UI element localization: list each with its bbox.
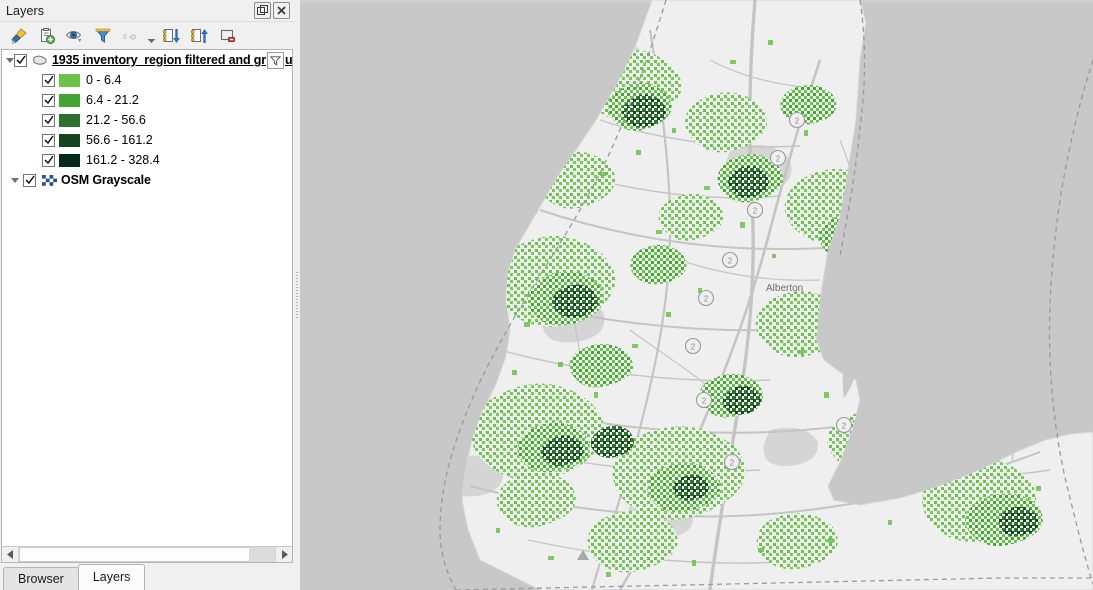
funnel-icon xyxy=(95,28,111,43)
raster-layer-icon xyxy=(40,172,58,188)
checkmark-icon xyxy=(43,135,54,145)
legend-checkbox-0[interactable] xyxy=(42,73,55,87)
undock-icon xyxy=(257,5,268,15)
legend-swatch-3 xyxy=(59,133,80,147)
svg-text:2: 2 xyxy=(753,206,758,215)
svg-text:2: 2 xyxy=(795,116,800,125)
remove-layer-icon xyxy=(220,29,235,42)
expression-filter-icon: ε xyxy=(123,30,137,42)
legend-checkbox-1[interactable] xyxy=(42,93,55,107)
scrollbar-thumb[interactable] xyxy=(19,547,267,562)
qgis-window: Layers ε 1935 inventory_region filtered … xyxy=(0,0,1093,590)
expand-all-button[interactable] xyxy=(159,23,185,49)
collapse-toggle-inventory[interactable] xyxy=(6,50,14,70)
map-canvas[interactable]: 2 2 2 2 2 2 2 2 2 Alberton xyxy=(300,0,1093,590)
legend-row[interactable]: 161.2 - 328.4 xyxy=(2,150,292,170)
layer-visibility-checkbox-osm-grayscale[interactable] xyxy=(23,173,36,187)
panel-tab-bar: Browser Layers xyxy=(0,563,294,590)
manage-map-themes-button[interactable] xyxy=(62,23,88,49)
layer-name-osm-grayscale: OSM Grayscale xyxy=(61,173,151,187)
layer-row-inventory[interactable]: 1935 inventory_region filtered and gr u xyxy=(2,50,292,70)
layer-tree-horizontal-scrollbar[interactable] xyxy=(1,546,293,563)
layer-filter-indicator-icon[interactable] xyxy=(266,51,284,69)
svg-text:2: 2 xyxy=(730,458,735,467)
legend-row[interactable]: 21.2 - 56.6 xyxy=(2,110,292,130)
checkmark-icon xyxy=(43,155,54,165)
legend-swatch-0 xyxy=(59,73,80,87)
svg-text:2: 2 xyxy=(691,342,696,351)
svg-text:2: 2 xyxy=(702,396,707,405)
add-group-icon xyxy=(41,28,55,44)
collapse-all-button[interactable] xyxy=(187,23,213,49)
checkmark-icon xyxy=(43,115,54,125)
layers-panel-toolbar: ε xyxy=(0,22,294,49)
splitter-grip xyxy=(296,272,298,318)
layers-panel: Layers ε 1935 inventory_region filtered … xyxy=(0,0,294,590)
panel-title-label: Layers xyxy=(6,3,45,18)
scrollbar-track[interactable] xyxy=(19,547,275,562)
collapse-toggle-osm-grayscale[interactable] xyxy=(6,170,23,190)
filter-legend-button[interactable] xyxy=(90,23,116,49)
legend-label-1: 6.4 - 21.2 xyxy=(86,93,139,107)
layer-tree[interactable]: 1935 inventory_region filtered and gr u … xyxy=(1,49,293,546)
legend-label-0: 0 - 6.4 xyxy=(86,73,122,87)
legend-swatch-2 xyxy=(59,113,80,127)
filter-legend-by-expression-button[interactable]: ε xyxy=(118,23,144,49)
svg-text:2: 2 xyxy=(842,421,847,430)
checkmark-icon xyxy=(15,55,26,65)
layer-name-inventory: 1935 inventory_region filtered and gr xyxy=(52,53,266,67)
layer-visibility-checkbox-inventory[interactable] xyxy=(14,53,27,67)
scroll-left-button[interactable] xyxy=(2,547,19,562)
scroll-right-button[interactable] xyxy=(275,547,292,562)
svg-text:2: 2 xyxy=(704,294,709,303)
float-panel-button[interactable] xyxy=(254,2,271,19)
legend-row[interactable]: 56.6 - 161.2 xyxy=(2,130,292,150)
paintbrush-icon xyxy=(11,28,27,44)
eye-icon xyxy=(65,31,82,42)
add-group-button[interactable] xyxy=(34,23,60,49)
legend-label-4: 161.2 - 328.4 xyxy=(86,153,160,167)
remove-layer-button[interactable] xyxy=(215,23,241,49)
svg-text:2: 2 xyxy=(728,256,733,265)
arrow-left-icon xyxy=(6,550,13,559)
svg-text:ε: ε xyxy=(123,30,128,42)
expression-filter-dropdown-arrow[interactable] xyxy=(146,20,157,52)
tab-browser[interactable]: Browser xyxy=(3,567,79,590)
open-layer-styling-panel-button[interactable] xyxy=(6,23,32,49)
close-panel-button[interactable] xyxy=(273,2,290,19)
legend-label-2: 21.2 - 56.6 xyxy=(86,113,146,127)
legend-swatch-4 xyxy=(59,153,80,167)
place-label-alberton: Alberton xyxy=(766,283,804,294)
legend-row[interactable]: 0 - 6.4 xyxy=(2,70,292,90)
legend-checkbox-3[interactable] xyxy=(42,133,55,147)
tab-layers[interactable]: Layers xyxy=(77,564,146,590)
arrow-right-icon xyxy=(281,550,288,559)
checkmark-icon xyxy=(43,75,54,85)
checkmark-icon xyxy=(43,95,54,105)
legend-checkbox-4[interactable] xyxy=(42,153,55,167)
legend-swatch-1 xyxy=(59,93,80,107)
chevron-down-icon xyxy=(147,39,156,43)
collapse-all-icon xyxy=(191,29,208,43)
scrollbar-trough[interactable] xyxy=(249,547,275,562)
layer-name-overflow: u xyxy=(284,53,292,67)
expand-all-icon xyxy=(163,29,180,43)
polygon-layer-icon xyxy=(31,52,49,68)
checkmark-icon xyxy=(24,175,35,185)
svg-text:2: 2 xyxy=(776,154,781,163)
legend-checkbox-2[interactable] xyxy=(42,113,55,127)
legend-label-3: 56.6 - 161.2 xyxy=(86,133,153,147)
panel-title-bar: Layers xyxy=(0,0,294,22)
close-icon xyxy=(277,6,286,15)
map-render: 2 2 2 2 2 2 2 2 2 xyxy=(300,0,1093,590)
layer-row-osm-grayscale[interactable]: OSM Grayscale xyxy=(2,170,292,190)
legend-row[interactable]: 6.4 - 21.2 xyxy=(2,90,292,110)
